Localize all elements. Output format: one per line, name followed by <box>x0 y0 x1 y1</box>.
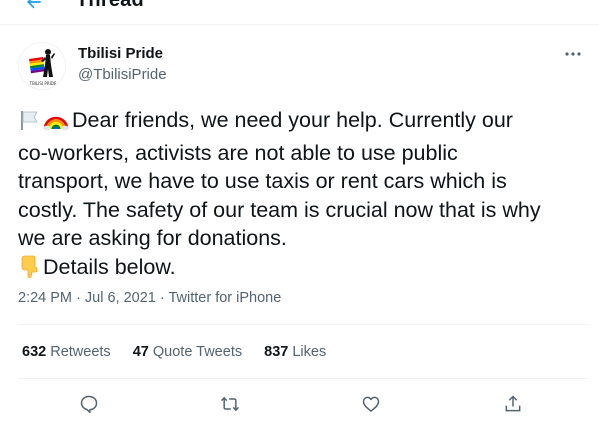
avatar[interactable]: TBILISI PRIDE <box>18 42 66 90</box>
header-divider <box>0 24 599 25</box>
quote-tweets-count: 47 <box>132 344 149 360</box>
avatar-caption: TBILISI PRIDE <box>29 81 57 86</box>
rainbow-icon <box>43 109 69 139</box>
author-name[interactable]: Tbilisi Pride <box>78 45 163 62</box>
back-arrow-icon <box>27 0 41 9</box>
meta-divider <box>18 324 589 325</box>
tweet-line: Dear friends, we need your help. Current… <box>18 106 588 139</box>
tweet-line-text: Dear friends, we need your help. Current… <box>72 108 513 132</box>
quote-tweets-label: Quote Tweets <box>152 344 243 360</box>
reply-icon <box>80 395 98 414</box>
retweets-stat[interactable]: 632 Retweets <box>22 344 111 360</box>
tweet-time[interactable]: 2:24 PM <box>18 290 72 306</box>
likes-stat[interactable]: 837 Likes <box>264 344 326 360</box>
likes-count: 837 <box>264 344 289 360</box>
meta-separator: · <box>155 290 169 306</box>
more-options-icon <box>565 52 581 56</box>
thread-header: Thread <box>0 0 599 24</box>
white-flag-icon <box>18 109 40 139</box>
tweet-source[interactable]: Twitter for iPhone <box>168 290 281 306</box>
share-button[interactable] <box>499 390 527 418</box>
retweets-label: Retweets <box>50 344 111 360</box>
likes-label: Likes <box>292 344 327 360</box>
tweet-line-text: Details below. <box>43 254 176 279</box>
tweet-text: Dear friends, we need your help. Current… <box>18 106 588 285</box>
stats-divider <box>18 378 589 379</box>
back-button[interactable] <box>20 0 48 16</box>
meta-separator: · <box>72 290 85 306</box>
tweet-line: we are asking for donations. <box>18 226 287 250</box>
tweet-line: co-workers, activists are not able to us… <box>18 140 458 165</box>
author-handle[interactable]: @TbilisiPride <box>78 66 167 83</box>
retweet-icon <box>220 396 240 412</box>
tbilisi-pride-logo: TBILISI PRIDE <box>19 43 65 89</box>
retweet-button[interactable] <box>216 390 244 418</box>
pointing-down-icon <box>18 254 40 286</box>
tweet-stats: 632 Retweets 47 Quote Tweets 837 Likes <box>22 344 344 360</box>
tweet-line: Details below. <box>18 253 588 286</box>
tweet-line: transport, we have to use taxis or rent … <box>18 169 507 193</box>
page-title: Thread <box>76 0 144 11</box>
retweets-count: 632 <box>22 344 47 360</box>
tweet-meta: 2:24 PM · Jul 6, 2021 · Twitter for iPho… <box>18 290 281 306</box>
tweet-date[interactable]: Jul 6, 2021 <box>85 290 156 306</box>
tweet-line: costly. The safety of our team is crucia… <box>18 197 541 222</box>
quote-tweets-stat[interactable]: 47 Quote Tweets <box>133 344 242 360</box>
share-icon <box>505 395 521 412</box>
like-button[interactable] <box>357 390 385 418</box>
reply-button[interactable] <box>75 390 103 418</box>
like-icon <box>362 396 380 412</box>
more-options-button[interactable] <box>560 44 586 64</box>
